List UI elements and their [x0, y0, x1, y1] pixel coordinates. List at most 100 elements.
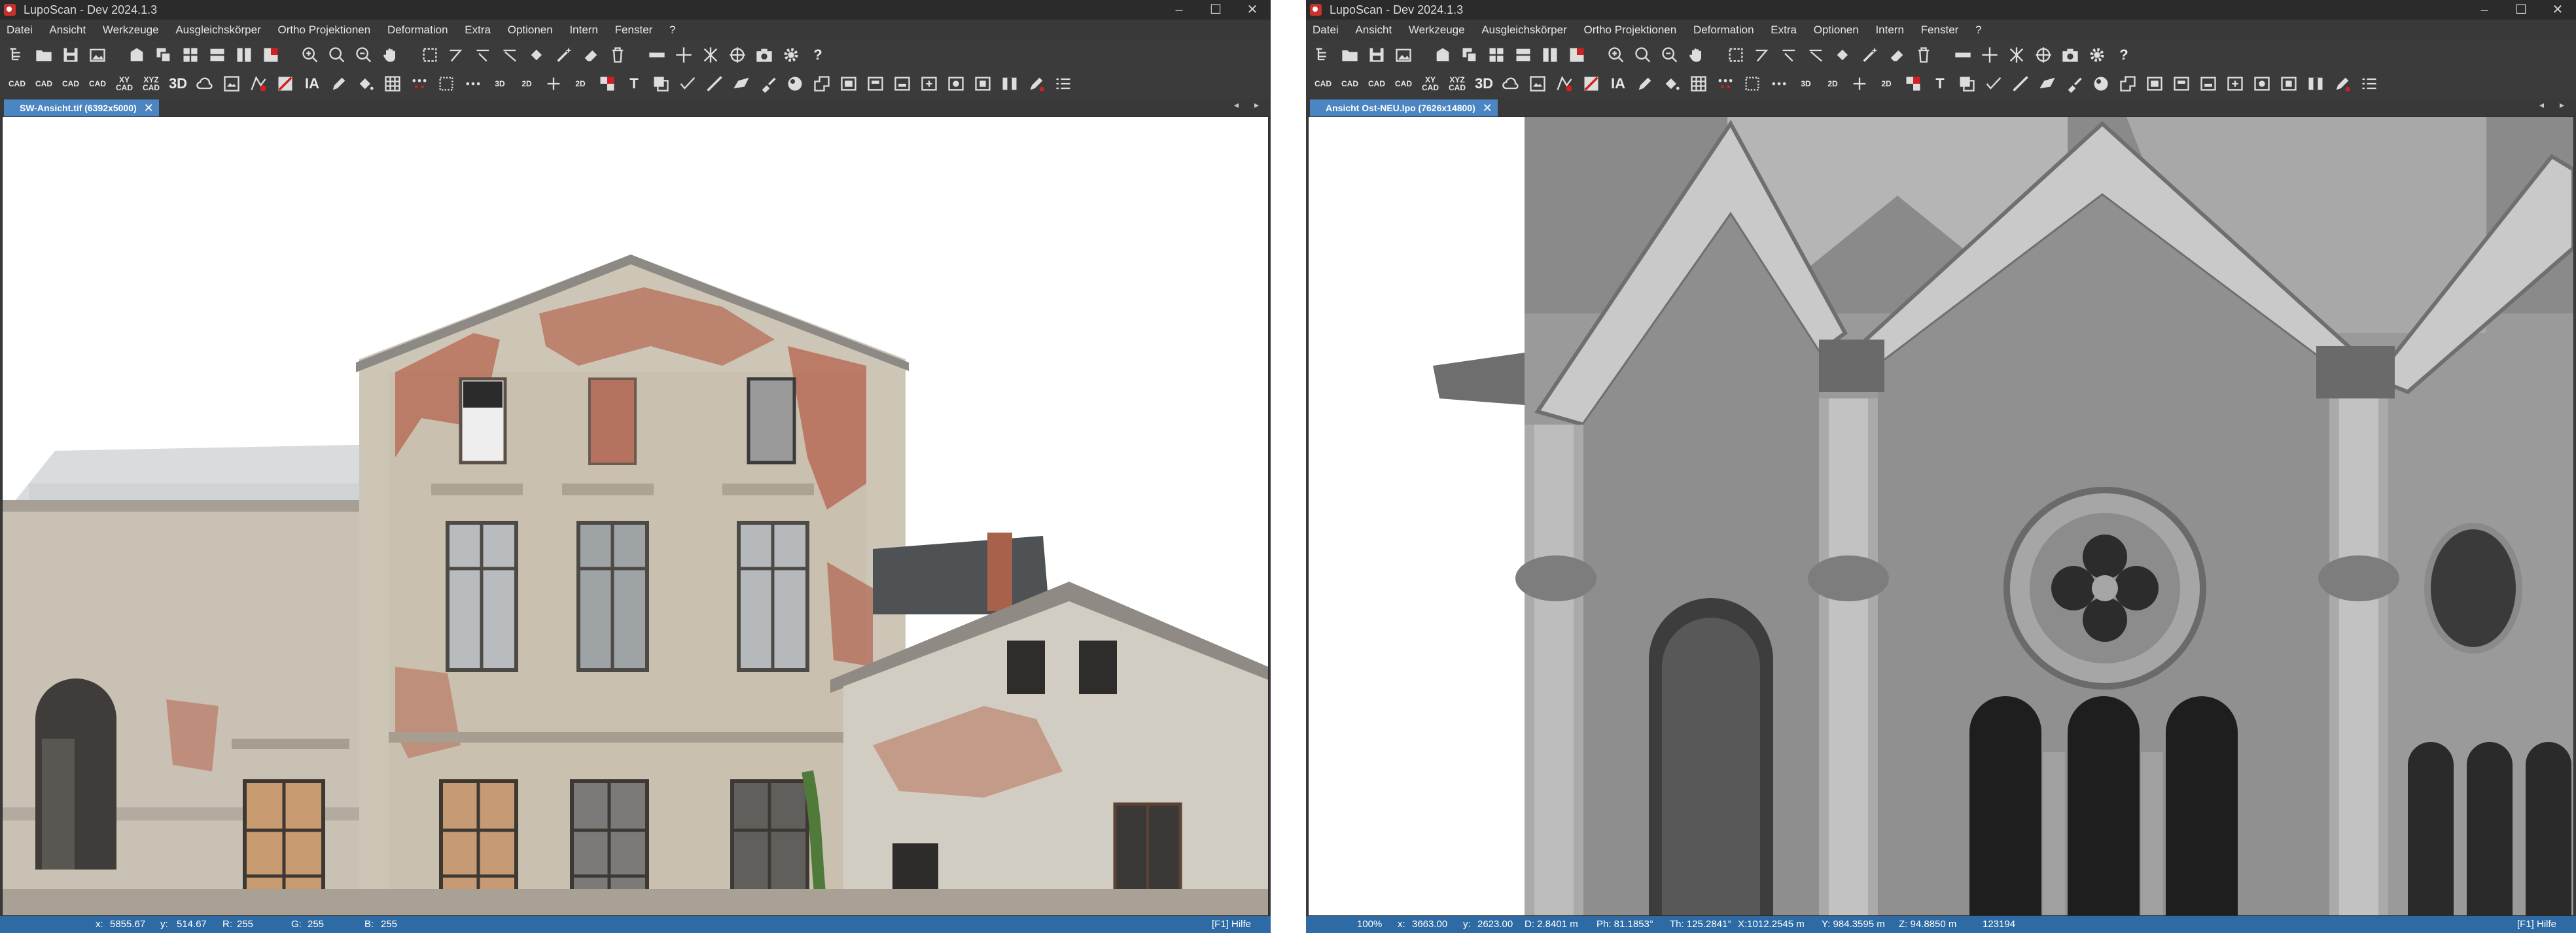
cloud-icon[interactable] — [194, 73, 215, 95]
measure-icon[interactable] — [646, 44, 667, 66]
new-file-icon[interactable] — [126, 44, 147, 66]
copy-layers-icon[interactable] — [650, 73, 671, 95]
zoom-in-icon[interactable] — [300, 44, 321, 66]
ortho-1-icon[interactable] — [838, 73, 859, 95]
line-tool-1-icon[interactable] — [1752, 44, 1773, 66]
new-file-icon[interactable] — [1432, 44, 1453, 66]
ortho-5-icon[interactable] — [945, 73, 966, 95]
ortho-4-icon[interactable] — [919, 73, 940, 95]
ortho-4-icon[interactable] — [2225, 73, 2246, 95]
raster-grid-icon[interactable] — [382, 73, 403, 95]
menu-intern[interactable]: Intern — [1875, 20, 1903, 41]
dots-line-icon[interactable] — [463, 73, 484, 95]
image-export-icon[interactable] — [87, 44, 108, 66]
pan-hand-icon[interactable] — [1686, 44, 1707, 66]
copy-icon[interactable] — [1459, 44, 1480, 66]
layer-red-icon[interactable] — [597, 73, 618, 95]
ia-tool-icon[interactable]: IA — [302, 73, 323, 95]
split-vertical-icon[interactable] — [1540, 44, 1561, 66]
dotted-select-icon[interactable] — [436, 73, 457, 95]
cad-xyz-icon[interactable]: XYZ CAD — [141, 73, 162, 95]
grid-view-icon[interactable] — [180, 44, 201, 66]
text-tool-icon[interactable]: T — [1930, 73, 1950, 95]
image-export-icon[interactable] — [1393, 44, 1414, 66]
point-cross-icon[interactable] — [700, 44, 721, 66]
camera-icon[interactable] — [2060, 44, 2081, 66]
close-button[interactable]: ✕ — [2539, 0, 2576, 20]
edit-pen-icon[interactable] — [2332, 73, 2353, 95]
help-question-icon[interactable]: ? — [2113, 44, 2134, 66]
save-icon[interactable] — [60, 44, 81, 66]
tab-ansicht-ost[interactable]: Ansicht Ost-NEU.lpo (7626x14800) ✕ — [1310, 99, 1498, 116]
2d-tool-icon[interactable]: 2D — [570, 73, 591, 95]
3d-points-icon[interactable]: 3D — [489, 73, 510, 95]
3d-view-icon[interactable]: 3D — [168, 73, 188, 95]
ortho-7-icon[interactable] — [999, 73, 1020, 95]
menu-ausgleichskoerper[interactable]: Ausgleichskörper — [175, 20, 260, 41]
menu-ortho-projektionen[interactable]: Ortho Projektionen — [277, 20, 370, 41]
menu-ausgleichskoerper[interactable]: Ausgleichskörper — [1481, 20, 1566, 41]
paint-bucket-icon[interactable] — [1661, 73, 1682, 95]
menu-intern[interactable]: Intern — [569, 20, 597, 41]
menu-optionen[interactable]: Optionen — [1814, 20, 1859, 41]
pencil-icon[interactable] — [328, 73, 349, 95]
check-path-icon[interactable] — [677, 73, 698, 95]
image-viewport[interactable] — [2, 116, 1269, 916]
split-vertical-icon[interactable] — [234, 44, 255, 66]
measure-icon[interactable] — [1952, 44, 1973, 66]
camera-icon[interactable] — [754, 44, 775, 66]
check-path-icon[interactable] — [1983, 73, 2004, 95]
menu-fenster[interactable]: Fenster — [615, 20, 653, 41]
menu-werkzeuge[interactable]: Werkzeuge — [1409, 20, 1465, 41]
3d-view-icon[interactable]: 3D — [1473, 73, 1494, 95]
menu-extra[interactable]: Extra — [465, 20, 491, 41]
sphere-icon[interactable] — [785, 73, 805, 95]
point-cross-icon[interactable] — [2006, 44, 2027, 66]
delete-icon[interactable] — [1913, 44, 1934, 66]
ortho-7-icon[interactable] — [2305, 73, 2326, 95]
dots-line-icon[interactable] — [1769, 73, 1790, 95]
fill-tool-icon[interactable] — [527, 44, 548, 66]
3d-points-icon[interactable]: 3D — [1795, 73, 1816, 95]
menu-fenster[interactable]: Fenster — [1921, 20, 1959, 41]
ortho-5-icon[interactable] — [2251, 73, 2272, 95]
cad-xyz-icon[interactable]: XYZ CAD — [1447, 73, 1468, 95]
text-tool-icon[interactable]: T — [624, 73, 644, 95]
ortho-2-icon[interactable] — [865, 73, 886, 95]
status-help[interactable]: [F1] Hilfe — [1212, 916, 1251, 933]
copy-layers-icon[interactable] — [1956, 73, 1977, 95]
line-tool-2-icon[interactable] — [1779, 44, 1800, 66]
cad-import-icon[interactable]: CAD — [7, 73, 27, 95]
menu-datei[interactable]: Datei — [1313, 20, 1339, 41]
ortho-3-icon[interactable] — [2198, 73, 2219, 95]
edit-pen-icon[interactable] — [1026, 73, 1047, 95]
brush-icon[interactable] — [758, 73, 779, 95]
ortho-6-icon[interactable] — [2278, 73, 2299, 95]
help-question-icon[interactable]: ? — [807, 44, 828, 66]
dotted-select-icon[interactable] — [1742, 73, 1763, 95]
snap-plus-icon[interactable] — [1849, 73, 1870, 95]
scan-viewport[interactable] — [1308, 116, 2574, 916]
brush-icon[interactable] — [2064, 73, 2085, 95]
settings-gear-icon[interactable] — [781, 44, 802, 66]
ia-tool-icon[interactable]: IA — [1608, 73, 1629, 95]
zoom-out-icon[interactable] — [1659, 44, 1680, 66]
layout-red-icon[interactable] — [1566, 44, 1587, 66]
dots-red-icon[interactable] — [1715, 73, 1736, 95]
line-draw-icon[interactable] — [704, 73, 725, 95]
minimize-button[interactable]: – — [2466, 0, 2503, 20]
tab-close-icon[interactable]: ✕ — [144, 99, 154, 116]
eraser-icon[interactable] — [1886, 44, 1907, 66]
cloud-icon[interactable] — [1500, 73, 1521, 95]
line-tool-3-icon[interactable] — [1806, 44, 1827, 66]
raster-grid-icon[interactable] — [1688, 73, 1709, 95]
close-button[interactable]: ✕ — [1234, 0, 1271, 20]
tree-icon[interactable] — [1313, 44, 1333, 66]
cad-open-icon[interactable]: CAD — [1366, 73, 1387, 95]
zoom-out-icon[interactable] — [353, 44, 374, 66]
surface-icon[interactable] — [2037, 73, 2058, 95]
tab-sw-ansicht[interactable]: SW-Ansicht.tif (6392x5000) ✕ — [4, 99, 159, 116]
menu-werkzeuge[interactable]: Werkzeuge — [103, 20, 159, 41]
cad-open-icon[interactable]: CAD — [60, 73, 81, 95]
menu-datei[interactable]: Datei — [7, 20, 33, 41]
